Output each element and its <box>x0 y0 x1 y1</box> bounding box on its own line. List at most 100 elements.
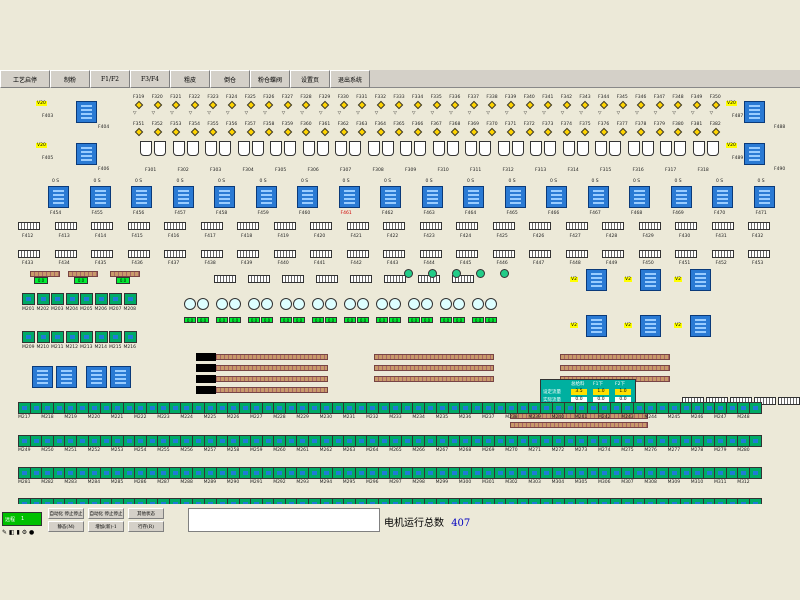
screw-conveyor-icon[interactable] <box>748 250 770 258</box>
flow-value[interactable]: 3.5 <box>571 389 587 395</box>
bin-icon[interactable] <box>76 101 97 123</box>
flow-value[interactable]: 1.0 <box>593 389 609 395</box>
bin-icon[interactable] <box>110 366 131 388</box>
fan-icon[interactable] <box>500 269 509 278</box>
valve-icon[interactable] <box>636 100 646 110</box>
pump-icon[interactable] <box>381 141 394 156</box>
screw-conveyor-icon[interactable] <box>273 222 296 230</box>
gauge-icon[interactable] <box>280 298 292 310</box>
screw-conveyor-icon[interactable] <box>214 275 236 283</box>
screw-conveyor-icon[interactable] <box>456 222 478 230</box>
screw-conveyor-icon[interactable] <box>237 222 259 230</box>
pump-icon[interactable] <box>414 141 426 156</box>
bin-icon[interactable] <box>86 366 107 388</box>
screw-conveyor-icon[interactable] <box>529 222 551 230</box>
pump-icon[interactable] <box>140 141 152 156</box>
pump-icon[interactable] <box>530 141 542 156</box>
valve-icon[interactable] <box>171 127 181 137</box>
screw-conveyor-icon[interactable] <box>248 275 270 283</box>
pump-icon[interactable] <box>641 141 654 156</box>
bin-icon[interactable] <box>640 269 661 291</box>
pump-icon[interactable] <box>562 141 575 156</box>
valve-icon[interactable] <box>525 127 534 137</box>
valve-icon[interactable] <box>209 100 218 110</box>
bin-icon[interactable] <box>629 186 650 208</box>
screw-conveyor-icon[interactable] <box>565 222 588 230</box>
pump-icon[interactable] <box>692 141 705 156</box>
bin-icon[interactable] <box>744 143 765 165</box>
motor-icon[interactable] <box>22 293 35 305</box>
bin-icon[interactable] <box>338 186 360 208</box>
screw-conveyor-icon[interactable] <box>316 275 338 283</box>
gauge-icon[interactable] <box>261 298 273 310</box>
tab-4[interactable]: 粗皮 <box>170 70 210 88</box>
valve-icon[interactable] <box>339 127 348 137</box>
valve-icon[interactable] <box>413 100 423 110</box>
pump-icon[interactable] <box>284 141 296 156</box>
valve-icon[interactable] <box>506 127 516 137</box>
gauge-icon[interactable] <box>389 298 401 310</box>
pump-icon[interactable] <box>706 141 719 156</box>
valve-icon[interactable] <box>711 127 720 137</box>
valve-icon[interactable] <box>153 100 162 110</box>
bin-icon[interactable] <box>297 186 318 208</box>
bin-icon[interactable] <box>670 186 692 208</box>
bin-icon[interactable] <box>89 186 111 208</box>
bin-icon[interactable] <box>56 366 77 388</box>
valve-icon[interactable] <box>320 127 330 137</box>
bin-icon[interactable] <box>744 101 765 123</box>
gauge-icon[interactable] <box>485 298 497 310</box>
bin-icon[interactable] <box>32 366 53 388</box>
pump-icon[interactable] <box>219 141 231 156</box>
screw-conveyor-icon[interactable] <box>492 222 515 230</box>
gauge-icon[interactable] <box>216 298 228 310</box>
screw-conveyor-icon[interactable] <box>492 250 515 258</box>
valve-icon[interactable] <box>264 100 274 110</box>
pump-icon[interactable] <box>660 141 672 156</box>
valve-icon[interactable] <box>153 127 162 137</box>
screw-conveyor-icon[interactable] <box>164 222 186 230</box>
fan-icon[interactable] <box>428 269 437 278</box>
screw-conveyor-icon[interactable] <box>346 222 369 230</box>
valve-icon[interactable] <box>543 100 553 110</box>
gauge-icon[interactable] <box>357 298 369 310</box>
bin-icon[interactable] <box>690 315 711 337</box>
valve-icon[interactable] <box>283 127 293 137</box>
screw-conveyor-icon[interactable] <box>127 222 150 230</box>
screw-conveyor-icon[interactable] <box>91 222 113 230</box>
valve-icon[interactable] <box>469 100 479 110</box>
motor-icon[interactable] <box>80 331 93 343</box>
gauge-icon[interactable] <box>229 298 241 310</box>
bin-icon[interactable] <box>255 186 277 208</box>
pump-icon[interactable] <box>595 141 607 156</box>
tab-0[interactable]: 工艺启停 <box>0 70 50 88</box>
gauge-icon[interactable] <box>472 298 484 310</box>
screw-conveyor-icon[interactable] <box>273 250 296 258</box>
screw-conveyor-icon[interactable] <box>164 250 186 258</box>
motor-icon[interactable] <box>109 293 122 305</box>
valve-icon[interactable] <box>450 100 460 110</box>
bin-icon[interactable] <box>172 186 194 208</box>
pump-icon[interactable] <box>205 141 217 156</box>
fan-icon[interactable] <box>452 269 461 278</box>
toolbar-icons[interactable]: ✎ ◧ ▮ ⚙ ● <box>2 529 34 536</box>
pump-icon[interactable] <box>367 141 380 156</box>
valve-icon[interactable] <box>692 100 702 110</box>
screw-conveyor-icon[interactable] <box>18 222 40 230</box>
motor-icon[interactable] <box>123 293 137 305</box>
valve-icon[interactable] <box>209 127 218 137</box>
valve-icon[interactable] <box>618 127 627 137</box>
valve-icon[interactable] <box>432 100 441 110</box>
valve-icon[interactable] <box>506 100 516 110</box>
bin-icon[interactable] <box>587 186 609 208</box>
screw-conveyor-icon[interactable] <box>419 222 442 230</box>
valve-icon[interactable] <box>413 127 423 137</box>
motor-icon[interactable] <box>51 331 64 343</box>
screw-conveyor-icon[interactable] <box>675 250 697 258</box>
valve-icon[interactable] <box>264 127 274 137</box>
pump-icon[interactable] <box>432 141 445 156</box>
pump-icon[interactable] <box>576 141 589 156</box>
fan-icon[interactable] <box>476 269 485 278</box>
motor-icon[interactable] <box>94 331 108 343</box>
pump-icon[interactable] <box>186 141 199 156</box>
